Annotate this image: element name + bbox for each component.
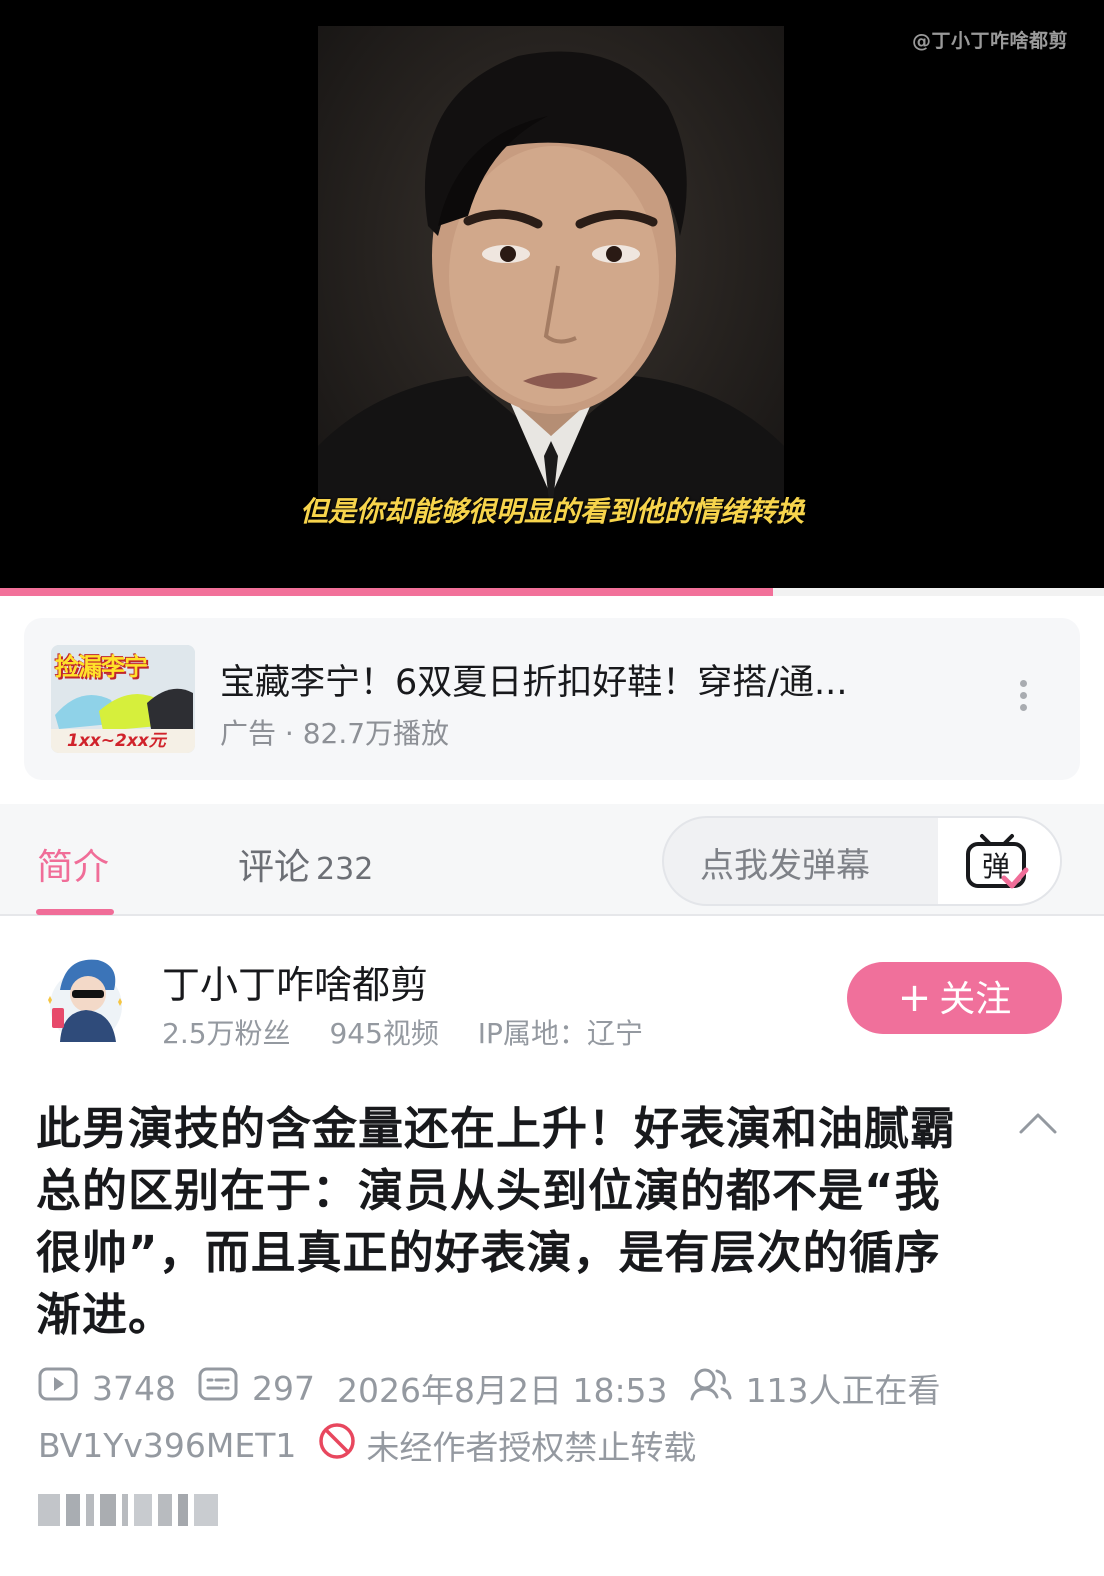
bvid[interactable]: BV1Yv396MET1 <box>38 1426 296 1465</box>
video-subtitle: 但是你却能够很明显的看到他的情绪转换 <box>299 495 804 528</box>
play-count-icon <box>38 1367 78 1409</box>
publish-time: 2026年8月2日 18:53 <box>336 1371 668 1410</box>
tab-comments[interactable]: 评论 232 <box>238 838 373 890</box>
ad-thumb-price: 1xx~2xx元 <box>51 729 195 753</box>
video-stats: 3748 297 2026年8月2日 18:53 113人正在看 <box>38 1365 963 1411</box>
danmaku-input[interactable]: 点我发弹幕 弹 <box>662 816 1062 906</box>
fans-count: 2.5万粉丝 <box>162 1017 291 1050</box>
forbidden-icon <box>318 1422 356 1468</box>
video-player[interactable]: @丁小丁咋啥都剪 但是你却能够很明显的看到他的情绪转换 <box>0 0 1104 596</box>
ad-card[interactable]: 捡漏李宁 1xx~2xx元 宝藏李宁！6双夏日折扣好鞋！穿搭/通... 广告 ·… <box>24 618 1080 780</box>
chevron-up-icon[interactable] <box>1018 1110 1058 1136</box>
danmaku-toggle-icon: 弹 <box>966 834 1029 889</box>
uploader-name[interactable]: 丁小丁咋啥都剪 <box>162 954 428 1009</box>
truncated-content <box>38 1494 278 1530</box>
video-count: 945视频 <box>329 1017 439 1050</box>
video-frame <box>318 26 784 520</box>
follow-button[interactable]: + 关注 <box>847 962 1062 1034</box>
uploader-avatar[interactable] <box>40 950 126 1044</box>
tab-comments-count: 232 <box>316 852 374 887</box>
ad-thumb-title: 捡漏李宁 <box>55 653 148 681</box>
ad-thumbnail: 捡漏李宁 1xx~2xx元 <box>51 645 195 753</box>
follow-label: 关注 <box>939 979 1012 1020</box>
copyright-notice: 未经作者授权禁止转载 <box>366 1428 697 1467</box>
video-detail-page: @丁小丁咋啥都剪 但是你却能够很明显的看到他的情绪转换 捡漏李宁 1xx~2xx… <box>0 0 1104 1576</box>
progress-fill <box>0 588 773 596</box>
danmaku-count-icon <box>198 1367 238 1409</box>
more-vertical-icon[interactable] <box>1017 680 1029 718</box>
uploader-watermark: @丁小丁咋啥都剪 <box>911 30 1068 52</box>
active-tab-indicator <box>36 909 114 915</box>
ip-location: IP属地：辽宁 <box>477 1017 643 1050</box>
play-count: 3748 <box>92 1368 176 1408</box>
tab-bar: 简介 评论 232 点我发弹幕 弹 <box>0 804 1104 916</box>
danmaku-placeholder: 点我发弹幕 <box>700 846 870 886</box>
plus-icon: + <box>897 975 932 1021</box>
tab-comments-label: 评论 <box>238 847 311 888</box>
viewers-icon <box>690 1367 732 1409</box>
video-title: 此男演技的含金量还在上升！好表演和油腻霸总的区别在于：演员从头到位演的都不是“我… <box>36 1102 957 1341</box>
ad-meta: 广告 · 82.7万播放 <box>220 717 450 750</box>
video-still-image <box>318 51 784 520</box>
watching-count: 113人正在看 <box>745 1371 941 1410</box>
danmaku-count: 297 <box>251 1368 315 1408</box>
progress-bar[interactable] <box>0 588 1104 596</box>
tab-intro[interactable]: 简介 <box>37 838 109 890</box>
danmaku-toggle-button[interactable]: 弹 <box>938 818 1060 904</box>
video-meta: BV1Yv396MET1 未经作者授权禁止转载 <box>38 1422 696 1468</box>
ad-title[interactable]: 宝藏李宁！6双夏日折扣好鞋！穿搭/通... <box>220 654 940 705</box>
uploader-stats: 2.5万粉丝 945视频 IP属地：辽宁 <box>162 1012 673 1052</box>
